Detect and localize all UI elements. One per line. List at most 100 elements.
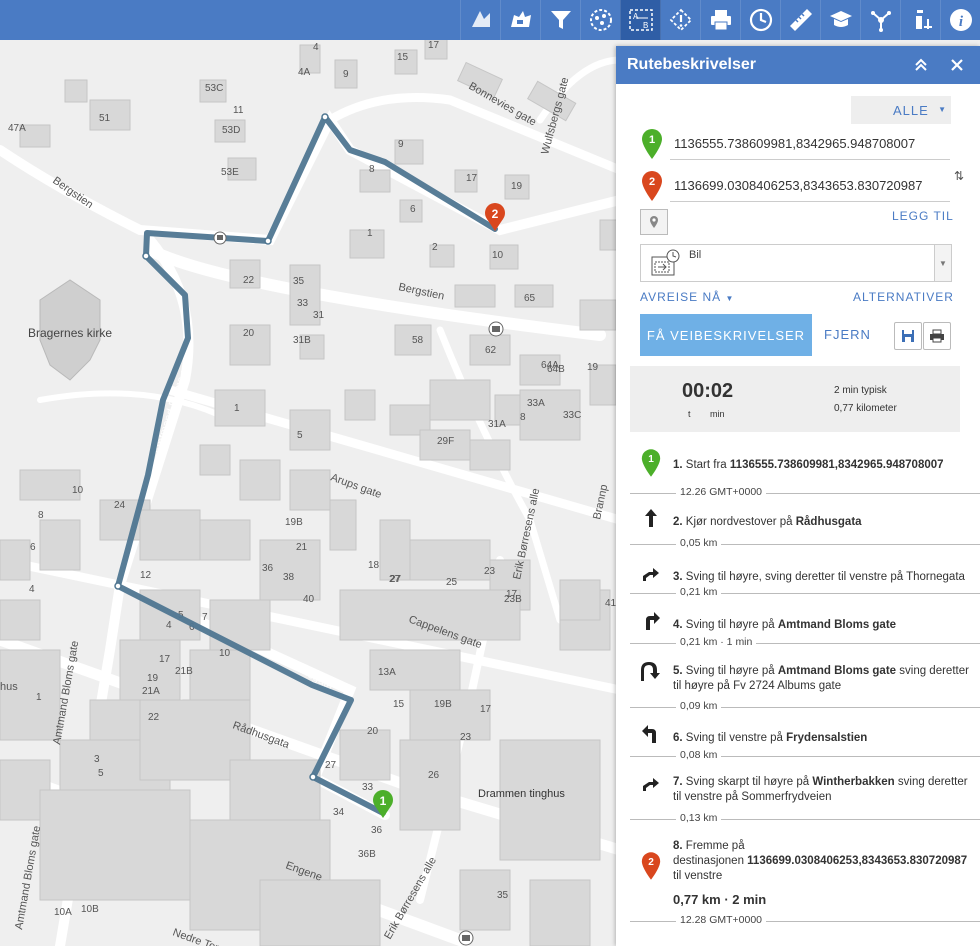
- step-distance-row: 0,21 km · 1 min: [630, 636, 980, 650]
- travel-mode-select[interactable]: Bil ▼: [640, 244, 952, 282]
- close-icon[interactable]: [942, 46, 972, 84]
- building-number: 17: [428, 40, 440, 51]
- network-tool-button[interactable]: [860, 0, 901, 40]
- chevron-down-icon: ▼: [934, 245, 951, 281]
- chevron-down-icon: ▼: [938, 105, 947, 114]
- basemap-gallery-tool-button[interactable]: [460, 0, 501, 40]
- bus-stop-icon: [213, 231, 227, 245]
- direction-step[interactable]: 1 1. Start fra 1136555.738609981,8342965.…: [616, 446, 980, 486]
- print-button[interactable]: [923, 322, 951, 350]
- building-number: 5: [297, 430, 303, 441]
- step-distance: 0,05 km: [676, 537, 722, 549]
- total-distance-time: 0,77 km · 2 min: [673, 892, 767, 907]
- route-options-link[interactable]: ALTERNATIVER: [853, 290, 954, 304]
- svg-text:2: 2: [648, 857, 654, 868]
- start-pin-icon: 1: [642, 129, 662, 159]
- education-tool-button[interactable]: [820, 0, 861, 40]
- building-number: 34: [333, 807, 345, 818]
- measure-tool-button[interactable]: [780, 0, 821, 40]
- building-number: 10B: [81, 904, 99, 915]
- building-number: 1: [36, 692, 42, 703]
- step-number: 7.: [673, 776, 686, 788]
- analysis-icon: [590, 9, 612, 31]
- info-person-icon: [916, 10, 932, 29]
- step-text: 1. Start fra 1136555.738609981,8342965.9…: [673, 458, 944, 473]
- building-number: 4: [166, 620, 172, 631]
- svg-text:2: 2: [649, 176, 655, 188]
- step-number: 4.: [673, 619, 686, 631]
- departure-time-dropdown[interactable]: AVREISE NÅ ▼: [640, 290, 734, 304]
- arrival-time-row: 12.28 GMT+0000: [630, 914, 980, 928]
- filter-icon: [551, 11, 571, 29]
- arrow-straight-icon: [640, 507, 662, 534]
- direction-step[interactable]: 5. Sving til høyre på Amtmand Bloms gate…: [616, 657, 980, 697]
- building-number: 19B: [434, 699, 452, 710]
- step-number: 8.: [673, 840, 683, 852]
- building-number: 6: [30, 542, 36, 553]
- svg-text:A: A: [633, 12, 639, 21]
- about-tool-button[interactable]: i: [940, 0, 980, 40]
- stop-end-row[interactable]: 2 1136699.0308406253,8343653.830720987: [640, 171, 950, 202]
- sharp-right-icon: [640, 772, 662, 799]
- step-text: 5. Sving til høyre på Amtmand Bloms gate…: [673, 664, 969, 694]
- svg-text:1: 1: [649, 134, 655, 146]
- building-number: 21A: [142, 686, 160, 697]
- building-number: 53E: [221, 167, 239, 178]
- turn-right-left-icon: [640, 562, 662, 589]
- arrival-time: 12.28 GMT+0000: [676, 914, 767, 926]
- step-text: 4. Sving til høyre på Amtmand Bloms gate: [673, 618, 896, 633]
- swap-stops-icon[interactable]: ⇅: [954, 169, 964, 183]
- time-slider-tool-button[interactable]: [740, 0, 781, 40]
- building-number: 22: [243, 275, 255, 286]
- stop-start-row[interactable]: 1 1136555.738609981,8342965.948708007: [640, 129, 950, 160]
- step-arrive[interactable]: 2 8. Fremme på destinasjonen 1136699.030…: [616, 839, 980, 903]
- route-filter-dropdown[interactable]: ALLE ▼: [851, 96, 951, 124]
- incident-report-tool-button[interactable]: [660, 0, 701, 40]
- building-number: 36B: [358, 849, 376, 860]
- building-number: 29F: [437, 436, 454, 447]
- building-number: 1: [367, 228, 373, 239]
- direction-step[interactable]: 7. Sving skarpt til høyre på Wintherbakk…: [616, 768, 980, 808]
- building-number: 4A: [298, 67, 311, 78]
- step-instruction: Sving til høyre på: [685, 665, 778, 677]
- building-number: 5: [98, 768, 104, 779]
- building-number: 23: [460, 732, 472, 743]
- label-hus: hus: [0, 681, 18, 693]
- measure-icon: [790, 9, 812, 31]
- building-number: 22: [148, 712, 160, 723]
- step-distance-row: 0,13 km: [630, 812, 980, 826]
- step-instruction: Sving til venstre på: [685, 732, 787, 744]
- directions-icon: AB: [629, 9, 653, 31]
- building-number: 53C: [205, 83, 223, 94]
- filter-tool-button[interactable]: [540, 0, 581, 40]
- directions-tool-button[interactable]: AB: [620, 0, 661, 40]
- get-directions-button[interactable]: FÅ VEIBESKRIVELSER: [640, 314, 812, 356]
- step-street: Amtmand Bloms gate: [777, 665, 897, 677]
- step-distance: 0,13 km: [676, 812, 722, 824]
- stop-end-input[interactable]: 1136699.0308406253,8343653.830720987: [674, 178, 922, 193]
- collapse-icon[interactable]: [906, 46, 936, 84]
- stop-start-input[interactable]: 1136555.738609981,8342965.948708007: [674, 136, 915, 151]
- add-stop-link[interactable]: LEGG TIL: [892, 209, 954, 223]
- panel-header: Rutebeskrivelser: [616, 46, 980, 84]
- add-stop-pin-button[interactable]: [640, 209, 668, 235]
- info-person-tool-button[interactable]: [900, 0, 941, 40]
- building-number: 10A: [54, 907, 72, 918]
- travel-mode-label: Bil: [689, 249, 702, 261]
- layer-list-tool-button[interactable]: [500, 0, 541, 40]
- basemap-gallery-icon: [472, 11, 490, 27]
- building-number: 62: [485, 345, 497, 356]
- building-number: 64B: [547, 364, 565, 375]
- save-button[interactable]: [894, 322, 922, 350]
- analysis-tool-button[interactable]: [580, 0, 621, 40]
- end-pin-icon: 2: [641, 852, 661, 880]
- building-number: 36: [262, 563, 274, 574]
- print-icon: [711, 10, 731, 31]
- step-distance: 0,21 km · 1 min: [676, 636, 757, 648]
- building-number: 36: [371, 825, 383, 836]
- clear-button[interactable]: FJERN: [824, 327, 871, 342]
- building-number: 26: [428, 770, 440, 781]
- print-tool-button[interactable]: [700, 0, 741, 40]
- step-distance-row: 0,21 km: [630, 586, 980, 600]
- turn-left-icon: [640, 723, 662, 750]
